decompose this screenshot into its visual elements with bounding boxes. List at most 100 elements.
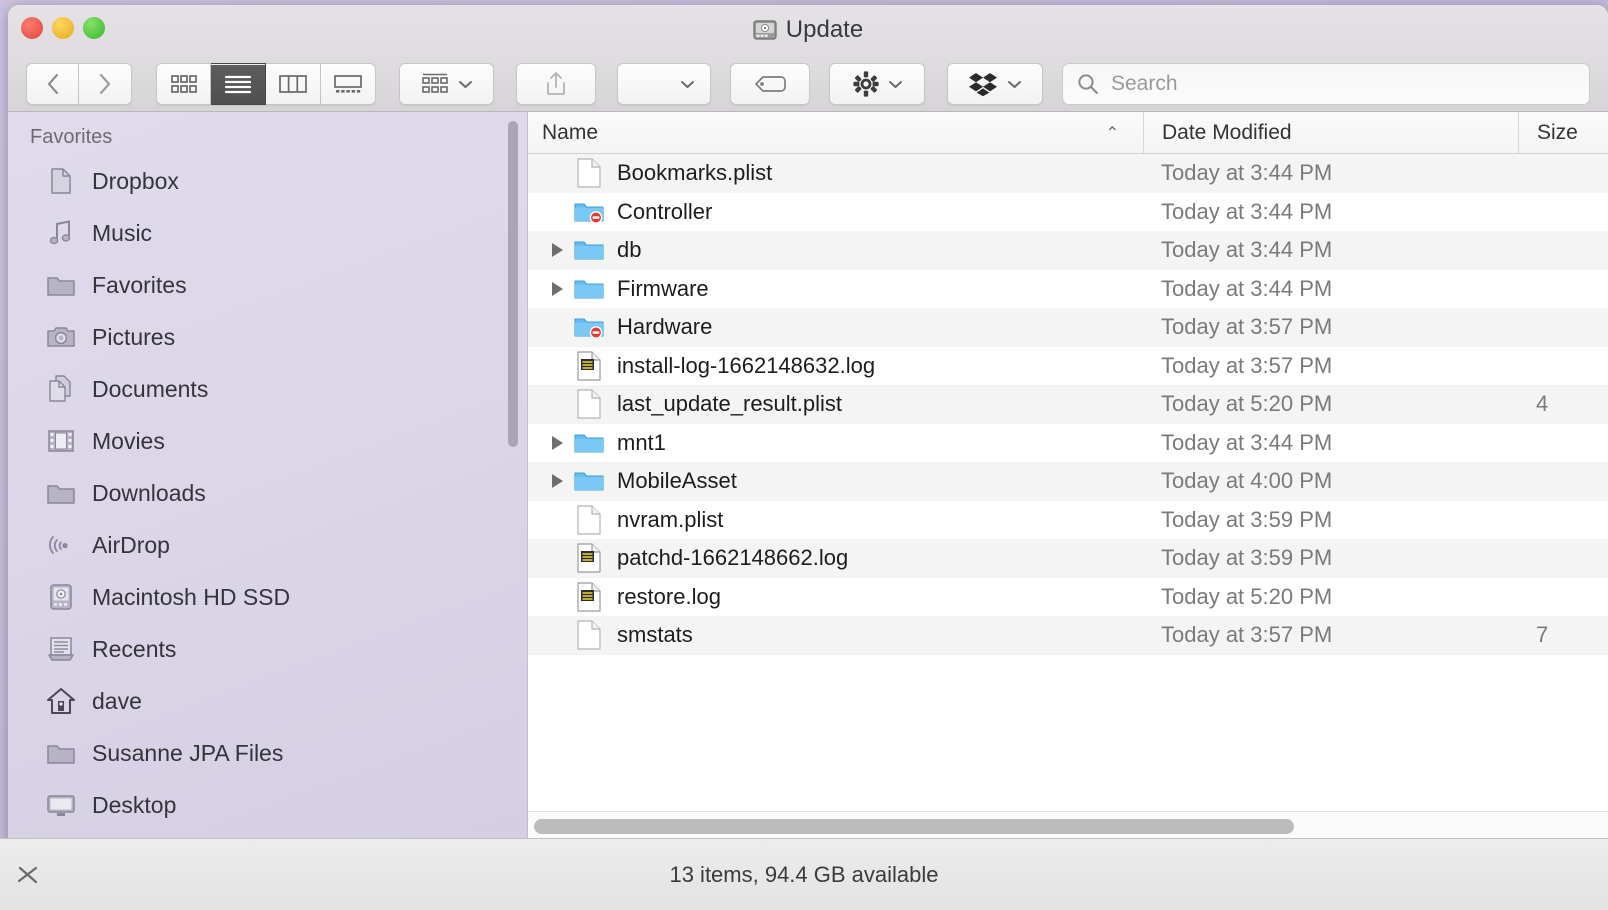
chevron-down-icon bbox=[681, 80, 694, 88]
file-date-cell: Today at 3:57 PM bbox=[1161, 622, 1333, 648]
file-name-label: Bookmarks.plist bbox=[617, 160, 773, 186]
table-row[interactable]: smstats Today at 3:57 PM 7 bbox=[528, 616, 1608, 655]
share-button[interactable] bbox=[516, 63, 596, 105]
column-header-size-label: Size bbox=[1537, 120, 1578, 144]
plist-document-icon bbox=[572, 158, 606, 188]
column-header-date-modified[interactable]: Date Modified bbox=[1143, 112, 1518, 153]
folder-icon bbox=[46, 270, 76, 300]
horizontal-scrollbar[interactable] bbox=[528, 811, 1608, 841]
folder-icon bbox=[572, 277, 606, 301]
window-body: Favorites Dropbox Music Favorites Pictures D… bbox=[8, 112, 1608, 889]
sidebar-item-downloads[interactable]: Downloads bbox=[8, 467, 527, 519]
sidebar-item-macintosh-hd-ssd[interactable]: Macintosh HD SSD bbox=[8, 571, 527, 623]
table-row[interactable]: Firmware Today at 3:44 PM bbox=[528, 269, 1608, 308]
search-field[interactable]: Search bbox=[1062, 63, 1590, 105]
file-name-label: nvram.plist bbox=[617, 506, 724, 532]
file-name-label: restore.log bbox=[617, 583, 721, 609]
sidebar-item-music[interactable]: Music bbox=[8, 207, 527, 259]
sidebar-item-recents[interactable]: Recents bbox=[8, 623, 527, 675]
column-header-date-label: Date Modified bbox=[1162, 120, 1292, 144]
sidebar-scrollbar[interactable] bbox=[508, 121, 518, 447]
film-icon bbox=[46, 426, 76, 456]
sidebar-item-dave[interactable]: dave bbox=[8, 675, 527, 727]
column-view-button[interactable] bbox=[266, 63, 321, 105]
icon-view-button[interactable] bbox=[156, 63, 211, 105]
table-row[interactable]: last_update_result.plist Today at 5:20 P… bbox=[528, 385, 1608, 424]
documents-icon bbox=[46, 374, 76, 404]
sidebar-item-label: Desktop bbox=[92, 791, 177, 818]
folder-icon bbox=[572, 238, 606, 262]
sidebar-item-documents[interactable]: Documents bbox=[8, 363, 527, 415]
finder-window: Update Search Favorites Dropbox Music Fa… bbox=[8, 5, 1608, 889]
file-name-label: MobileAsset bbox=[617, 468, 737, 494]
table-row[interactable]: nvram.plist Today at 3:59 PM bbox=[528, 500, 1608, 539]
sidebar: Favorites Dropbox Music Favorites Pictures D… bbox=[8, 112, 528, 889]
column-view-icon bbox=[279, 75, 307, 93]
folder-icon bbox=[46, 738, 76, 768]
settings-menu-button[interactable] bbox=[829, 63, 925, 105]
file-date-cell: Today at 5:20 PM bbox=[1161, 583, 1333, 609]
sidebar-item-pictures[interactable]: Pictures bbox=[8, 311, 527, 363]
file-name-cell: Controller bbox=[528, 199, 1143, 225]
file-date-cell: Today at 3:57 PM bbox=[1161, 314, 1333, 340]
chevron-right-icon bbox=[99, 73, 111, 95]
action-menu-button[interactable] bbox=[617, 63, 711, 105]
folder-icon bbox=[572, 431, 606, 455]
table-row[interactable]: Hardware Today at 3:57 PM bbox=[528, 308, 1608, 347]
sidebar-item-movies[interactable]: Movies bbox=[8, 415, 527, 467]
folder-no-access-icon bbox=[572, 200, 606, 224]
file-name-cell: patchd-1662148662.log bbox=[528, 543, 1143, 573]
share-icon bbox=[547, 72, 565, 95]
sidebar-section-favorites: Favorites bbox=[30, 126, 113, 148]
dropbox-menu-button[interactable] bbox=[947, 63, 1043, 105]
arrange-button[interactable] bbox=[399, 63, 494, 105]
sidebar-item-desktop[interactable]: Desktop bbox=[8, 779, 527, 831]
chevron-down-icon bbox=[1008, 80, 1021, 88]
sidebar-item-susanne-jpa-files[interactable]: Susanne JPA Files bbox=[8, 727, 527, 779]
table-row[interactable]: mnt1 Today at 3:44 PM bbox=[528, 423, 1608, 462]
sidebar-item-airdrop[interactable]: AirDrop bbox=[8, 519, 527, 571]
table-row[interactable]: db Today at 3:44 PM bbox=[528, 231, 1608, 270]
plist-document-icon bbox=[572, 620, 606, 650]
camera-icon bbox=[46, 322, 76, 352]
chevron-down-icon bbox=[888, 80, 902, 88]
file-name-cell: smstats bbox=[528, 620, 1143, 650]
disclosure-triangle-icon[interactable] bbox=[542, 281, 572, 296]
file-name-cell: install-log-1662148632.log bbox=[528, 351, 1143, 381]
log-document-icon bbox=[572, 582, 606, 612]
log-document-icon bbox=[572, 543, 606, 573]
table-row[interactable]: restore.log Today at 5:20 PM bbox=[528, 577, 1608, 616]
file-name-label: last_update_result.plist bbox=[617, 391, 843, 417]
list-view-button[interactable] bbox=[211, 63, 266, 105]
file-name-cell: db bbox=[528, 237, 1143, 263]
folder-icon bbox=[572, 469, 606, 493]
disclosure-triangle-icon[interactable] bbox=[542, 474, 572, 489]
disclosure-triangle-icon[interactable] bbox=[542, 435, 572, 450]
column-header-name[interactable]: Name ⌃ bbox=[528, 121, 1143, 145]
file-name-cell: Bookmarks.plist bbox=[528, 158, 1143, 188]
sidebar-item-label: Documents bbox=[92, 375, 209, 402]
table-row[interactable]: MobileAsset Today at 4:00 PM bbox=[528, 462, 1608, 501]
sidebar-item-favorites[interactable]: Favorites bbox=[8, 259, 527, 311]
table-row[interactable]: install-log-1662148632.log Today at 3:57… bbox=[528, 346, 1608, 385]
gallery-view-button[interactable] bbox=[321, 63, 376, 105]
file-date-cell: Today at 3:44 PM bbox=[1161, 429, 1333, 455]
icon-view-icon bbox=[170, 75, 197, 93]
disclosure-triangle-icon[interactable] bbox=[542, 243, 572, 258]
forward-button[interactable] bbox=[79, 63, 132, 105]
table-row[interactable]: Controller Today at 3:44 PM bbox=[528, 192, 1608, 231]
column-header-size[interactable]: Size bbox=[1518, 112, 1608, 153]
markup-tool-icon[interactable] bbox=[14, 861, 42, 889]
sidebar-item-label: AirDrop bbox=[92, 531, 170, 558]
tag-button[interactable] bbox=[730, 63, 810, 105]
sidebar-item-list: Dropbox Music Favorites Pictures Documents Mo… bbox=[8, 155, 527, 831]
sidebar-item-label: Downloads bbox=[92, 479, 206, 506]
horizontal-scrollbar-thumb[interactable] bbox=[534, 819, 1294, 834]
file-name-cell: mnt1 bbox=[528, 430, 1143, 456]
sidebar-item-label: Pictures bbox=[92, 323, 176, 350]
back-button[interactable] bbox=[26, 63, 79, 105]
table-row[interactable]: patchd-1662148662.log Today at 3:59 PM bbox=[528, 539, 1608, 578]
table-row[interactable]: Bookmarks.plist Today at 3:44 PM bbox=[528, 154, 1608, 193]
sidebar-item-dropbox[interactable]: Dropbox bbox=[8, 155, 527, 207]
gallery-view-icon bbox=[334, 75, 362, 93]
